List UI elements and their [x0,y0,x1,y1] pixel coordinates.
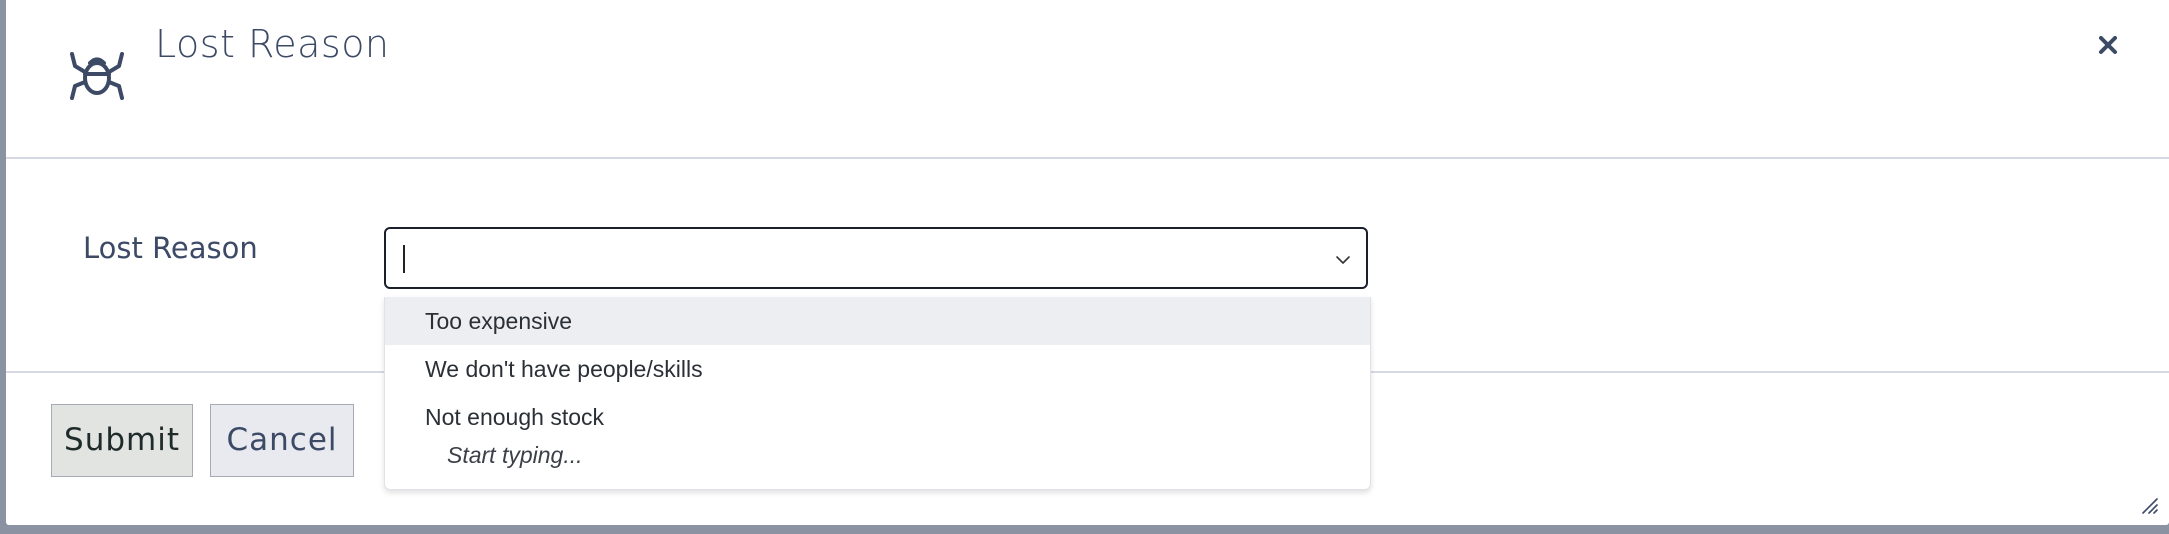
lost-reason-select[interactable] [384,227,1368,289]
resize-grip-icon[interactable] [2141,497,2159,515]
dropdown-option[interactable]: We don't have people/skills [385,345,1370,393]
bug-icon [70,52,124,100]
text-cursor [403,245,405,273]
close-icon[interactable] [2093,30,2123,60]
lost-reason-label: Lost Reason [83,231,258,265]
dropdown-option[interactable]: Not enough stock [385,393,1370,441]
lost-reason-dropdown: Too expensive We don't have people/skill… [384,297,1371,490]
chevron-down-icon[interactable] [1334,251,1352,269]
dialog-header: Lost Reason [6,0,2169,159]
dialog-title: Lost Reason [155,22,390,66]
cancel-button[interactable]: Cancel [210,404,354,477]
dropdown-hint: Start typing... [447,442,583,468]
dropdown-option[interactable]: Too expensive [385,297,1370,345]
submit-button[interactable]: Submit [51,404,193,477]
